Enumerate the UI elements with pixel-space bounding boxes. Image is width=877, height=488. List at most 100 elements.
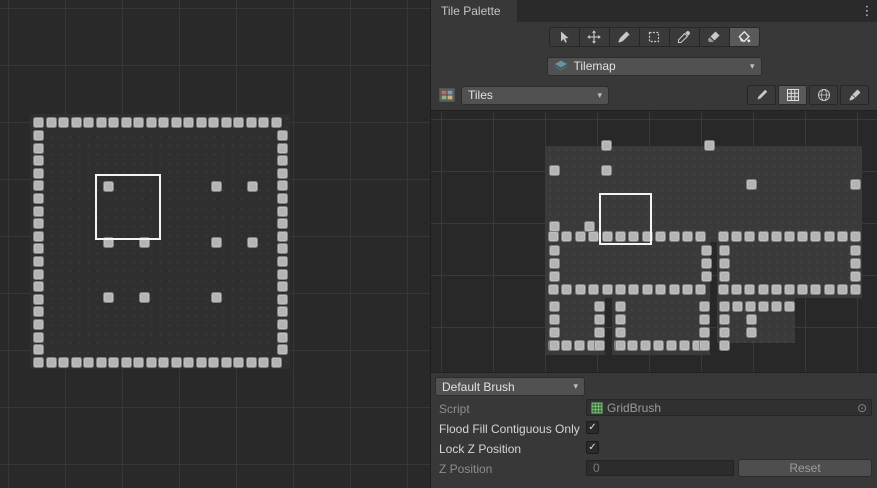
tile[interactable] — [277, 256, 288, 267]
tile[interactable] — [33, 243, 44, 254]
tile[interactable] — [699, 314, 710, 325]
tile[interactable] — [277, 143, 288, 154]
tile[interactable] — [183, 357, 194, 368]
tile[interactable] — [850, 179, 861, 190]
tile[interactable] — [695, 284, 706, 295]
tile[interactable] — [258, 117, 269, 128]
tile[interactable] — [33, 332, 44, 343]
tile[interactable] — [158, 117, 169, 128]
tile[interactable] — [277, 269, 288, 280]
tile[interactable] — [146, 357, 157, 368]
flood-fill-tool-button[interactable] — [729, 27, 760, 47]
tile[interactable] — [46, 117, 57, 128]
tile[interactable] — [549, 258, 560, 269]
box-fill-tool-button[interactable] — [639, 27, 670, 47]
tile[interactable] — [718, 284, 729, 295]
tilemap-dropdown[interactable]: Tilemap ▾ — [547, 57, 762, 76]
tile[interactable] — [33, 294, 44, 305]
tile[interactable] — [171, 357, 182, 368]
tile[interactable] — [701, 271, 712, 282]
z-position-field[interactable]: 0 — [586, 460, 734, 476]
picker-tool-button[interactable] — [669, 27, 700, 47]
tile[interactable] — [83, 117, 94, 128]
tile[interactable] — [574, 340, 585, 351]
tile[interactable] — [719, 271, 730, 282]
tile[interactable] — [58, 357, 69, 368]
tile[interactable] — [103, 292, 114, 303]
tile[interactable] — [642, 284, 653, 295]
tile[interactable] — [784, 301, 795, 312]
tile[interactable] — [561, 284, 572, 295]
tile[interactable] — [669, 284, 680, 295]
tile[interactable] — [221, 357, 232, 368]
script-object-field[interactable]: GridBrush ⊙ — [586, 399, 872, 416]
tile[interactable] — [277, 319, 288, 330]
tile[interactable] — [824, 284, 835, 295]
tile[interactable] — [33, 231, 44, 242]
stamp-brush-button[interactable] — [840, 85, 869, 105]
tile[interactable] — [277, 243, 288, 254]
tile[interactable] — [575, 231, 586, 242]
tile[interactable] — [682, 284, 693, 295]
tile[interactable] — [211, 237, 222, 248]
tile[interactable] — [549, 340, 560, 351]
tile[interactable] — [33, 117, 44, 128]
tile[interactable] — [277, 168, 288, 179]
tile[interactable] — [669, 231, 680, 242]
tile[interactable] — [33, 218, 44, 229]
tile[interactable] — [771, 301, 782, 312]
tile[interactable] — [58, 117, 69, 128]
tile[interactable] — [615, 314, 626, 325]
tile[interactable] — [682, 231, 693, 242]
tile[interactable] — [746, 179, 757, 190]
select-tool-button[interactable] — [549, 27, 580, 47]
tile[interactable] — [246, 117, 257, 128]
tile[interactable] — [588, 284, 599, 295]
tile[interactable] — [850, 231, 861, 242]
move-tool-button[interactable] — [579, 27, 610, 47]
tile[interactable] — [549, 314, 560, 325]
tile[interactable] — [549, 327, 560, 338]
tile[interactable] — [121, 117, 132, 128]
edit-palette-button[interactable] — [747, 85, 776, 105]
tile[interactable] — [33, 143, 44, 154]
tile[interactable] — [594, 314, 605, 325]
tile[interactable] — [549, 271, 560, 282]
tile[interactable] — [615, 340, 626, 351]
tile[interactable] — [719, 327, 730, 338]
tile[interactable] — [33, 168, 44, 179]
tile[interactable] — [139, 292, 150, 303]
tile[interactable] — [719, 258, 730, 269]
tile[interactable] — [695, 231, 706, 242]
flood-fill-checkbox[interactable]: ✓ — [586, 421, 599, 434]
tile[interactable] — [615, 301, 626, 312]
tile[interactable] — [594, 340, 605, 351]
tile[interactable] — [561, 231, 572, 242]
tile[interactable] — [797, 284, 808, 295]
tile[interactable] — [271, 357, 282, 368]
tile[interactable] — [233, 117, 244, 128]
tile[interactable] — [719, 301, 730, 312]
palette-grid[interactable] — [431, 110, 877, 373]
tile[interactable] — [277, 193, 288, 204]
tile[interactable] — [33, 193, 44, 204]
tile[interactable] — [719, 340, 730, 351]
tile[interactable] — [83, 357, 94, 368]
tile[interactable] — [701, 245, 712, 256]
tile[interactable] — [850, 258, 861, 269]
tile[interactable] — [699, 340, 710, 351]
tile[interactable] — [158, 357, 169, 368]
tile[interactable] — [208, 357, 219, 368]
tile[interactable] — [277, 306, 288, 317]
tile[interactable] — [196, 117, 207, 128]
tile[interactable] — [247, 237, 258, 248]
tile[interactable] — [699, 301, 710, 312]
tile[interactable] — [277, 130, 288, 141]
tile[interactable] — [33, 180, 44, 191]
tile[interactable] — [277, 206, 288, 217]
tile[interactable] — [588, 231, 599, 242]
tile[interactable] — [850, 271, 861, 282]
tile[interactable] — [837, 231, 848, 242]
object-picker-icon[interactable]: ⊙ — [857, 402, 867, 414]
tile[interactable] — [548, 231, 559, 242]
